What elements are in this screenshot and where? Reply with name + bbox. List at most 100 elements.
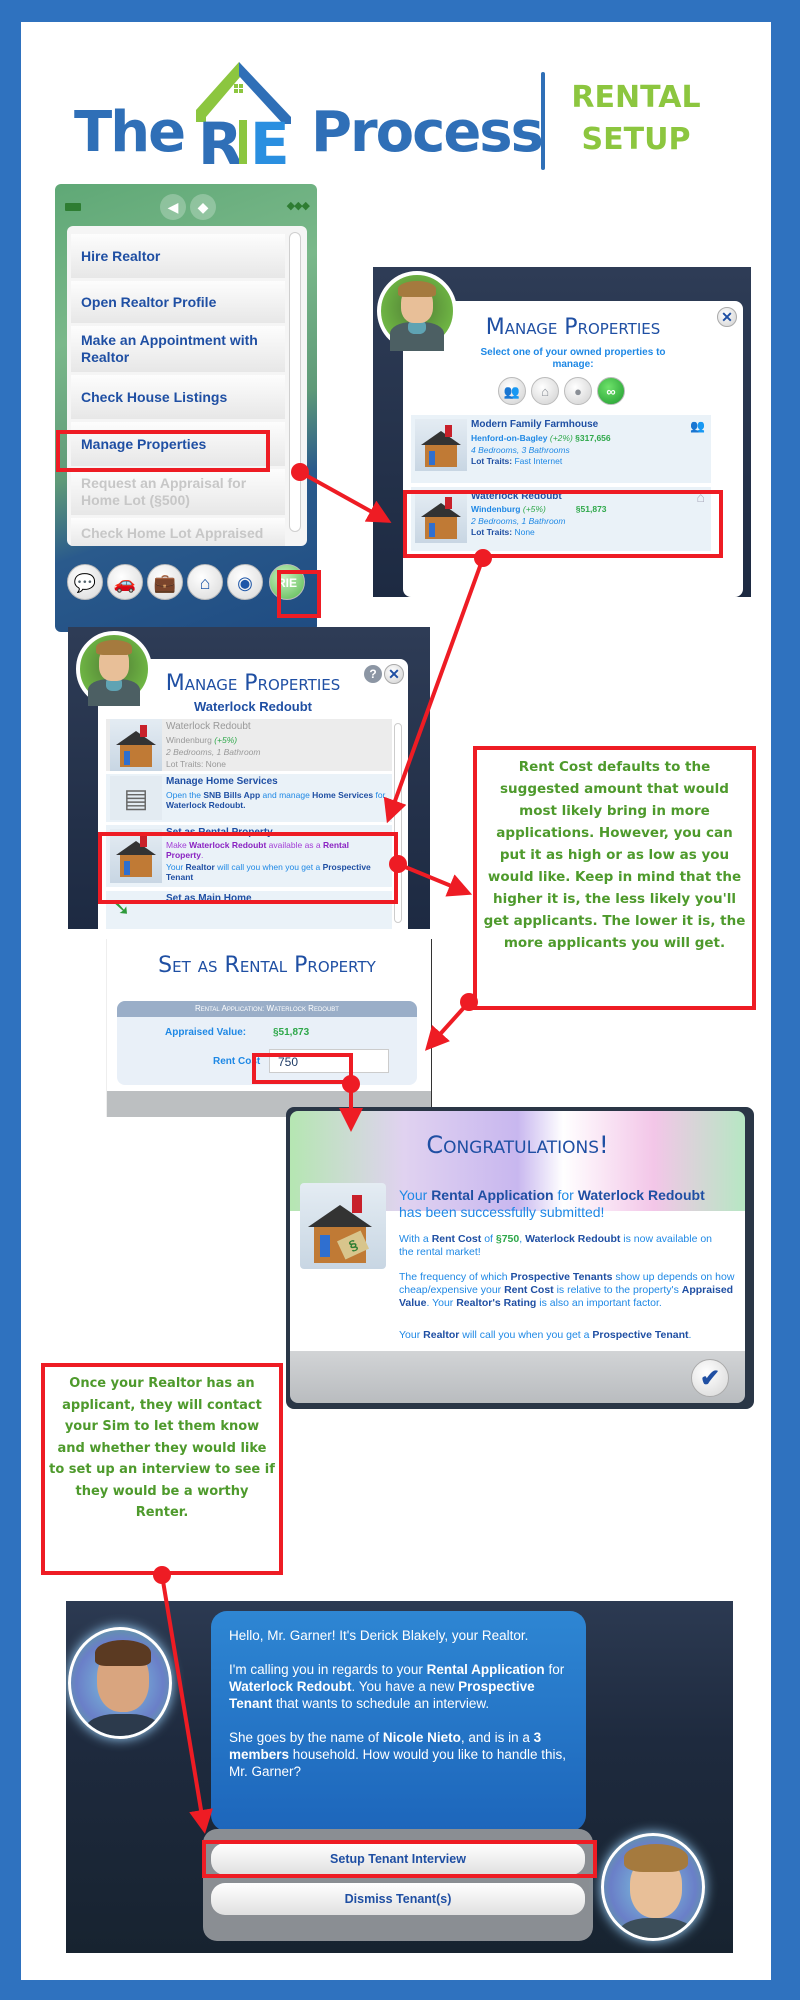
speaker-icon[interactable]: ◀: [160, 194, 186, 220]
chat-icon[interactable]: 💬: [67, 564, 103, 600]
text: , and is in a: [460, 1730, 534, 1745]
dialog-subtitle: Select one of your owned properties to m…: [480, 347, 666, 370]
logo-text-process: Process: [311, 100, 544, 165]
appraised-value: §51,873: [273, 1027, 310, 1038]
menu-item-label: Hire Realtor: [81, 247, 161, 264]
piggybank-filter-icon[interactable]: ●: [564, 377, 592, 405]
property-row[interactable]: Modern Family Farmhouse Henford-on-Bagle…: [411, 415, 711, 483]
highlight-set-rental-option: [98, 832, 398, 904]
menu-item-label: Check Home Lot Appraised: [81, 524, 264, 541]
current-property-row: Waterlock Redoubt Windenburg (+5%) 2 Bed…: [106, 719, 392, 771]
text: . Your: [426, 1297, 457, 1309]
realtor-speech-bubble: Hello, Mr. Garner! It's Derick Blakely, …: [211, 1611, 586, 1831]
property-name: Waterlock Redoubt: [166, 721, 251, 732]
svg-text:E: E: [250, 110, 290, 167]
dialog-title: Congratulations!: [426, 1131, 609, 1159]
call-text-1: Hello, Mr. Garner! It's Derick Blakely, …: [229, 1628, 529, 1643]
menu-item-hire-realtor[interactable]: Hire Realtor: [71, 234, 285, 278]
all-filter-icon[interactable]: ∞: [597, 377, 625, 405]
desc-bold: SNB Bills App: [203, 790, 261, 800]
bills-icon: ▤: [110, 776, 162, 820]
panel-header: Rental Application: Waterlock Redoubt: [117, 1001, 417, 1017]
menu-item-check-house-listings[interactable]: Check House Listings: [71, 375, 285, 419]
desc-text: for: [373, 790, 386, 800]
home-filter-icon[interactable]: ⌂: [531, 377, 559, 405]
rie-logo-icon: R E: [196, 62, 291, 167]
dialog-subtitle: Waterlock Redoubt: [194, 699, 312, 714]
option-manage-home-services[interactable]: ▤ Manage Home Services Open the SNB Bill…: [106, 774, 392, 822]
dialog-title: Set as Rental Property: [158, 953, 376, 978]
title-line-1: RENTAL: [571, 80, 701, 115]
set-rental-screenshot: Set as Rental Property Rental Applicatio…: [106, 939, 432, 1117]
highlight-manage-properties: [56, 430, 270, 472]
property-world: Windenburg: [166, 735, 212, 745]
lot-traits-value: Fast Internet: [514, 456, 563, 466]
congrats-footer: ✔: [290, 1351, 745, 1403]
text-bold: Waterlock Redoubt: [525, 1233, 621, 1245]
house-icon: [110, 719, 162, 771]
text-bold: Rent Cost: [431, 1233, 482, 1245]
menu-item-make-appointment[interactable]: Make an Appointment with Realtor: [71, 326, 285, 372]
sim-avatar: [377, 271, 457, 351]
text: that wants to schedule an interview.: [272, 1696, 490, 1711]
title-line-2: SETUP: [581, 122, 691, 157]
text: .: [688, 1329, 692, 1341]
close-icon[interactable]: ✕: [717, 307, 737, 327]
congrats-paragraph-1: With a Rent Cost of §750, Waterlock Redo…: [399, 1233, 729, 1259]
lot-traits-label: Lot Traits:: [471, 456, 513, 466]
briefcase-icon[interactable]: 💼: [147, 564, 183, 600]
menu-item-open-realtor-profile[interactable]: Open Realtor Profile: [71, 281, 285, 323]
signal-icon: ◆◆◆: [286, 200, 310, 212]
dismiss-tenants-button[interactable]: Dismiss Tenant(s): [211, 1883, 585, 1915]
home-icon[interactable]: ⌂: [187, 564, 223, 600]
household-icon: 👥: [690, 419, 705, 433]
battery-icon: [65, 203, 81, 211]
desc-bold: Waterlock Redoubt.: [166, 800, 246, 810]
phone-call-screenshot: Hello, Mr. Garner! It's Derick Blakely, …: [66, 1601, 733, 1953]
congrats-headline: Your Rental Application for Waterlock Re…: [399, 1187, 729, 1221]
checkmark-icon[interactable]: ✔: [691, 1359, 729, 1397]
desc-bold: Home Services: [312, 790, 374, 800]
menu-item-label: Request an Appraisal for Home Lot (§500): [81, 475, 247, 508]
household-filter-icon[interactable]: 👥: [498, 377, 526, 405]
speaker-app-icon[interactable]: ◉: [227, 564, 263, 600]
text: of: [481, 1233, 496, 1245]
text: Your: [399, 1187, 432, 1203]
text: for: [553, 1187, 578, 1203]
text: is also an important factor.: [536, 1297, 662, 1309]
congrats-paragraph-3: Your Realtor will call you when you get …: [399, 1329, 744, 1342]
text: With a: [399, 1233, 432, 1245]
header-divider: [541, 72, 545, 170]
help-icon[interactable]: ?: [364, 665, 382, 683]
option-title: Manage Home Services: [166, 776, 278, 787]
menu-scrollbar[interactable]: [289, 232, 301, 532]
property-rooms: 4 Bedrooms, 3 Bathrooms: [471, 445, 570, 455]
text: I'm calling you in regards to your: [229, 1662, 427, 1677]
phone-status-bar: ◀ ◆ ◆◆◆: [55, 184, 317, 224]
lot-traits: Lot Traits: None: [166, 759, 227, 769]
desc-text: and manage: [260, 790, 313, 800]
svg-text:R: R: [198, 110, 243, 167]
text-bold: Prospective Tenants: [510, 1271, 613, 1283]
text-bold: Waterlock Redoubt: [229, 1679, 352, 1694]
property-value: §317,656: [575, 433, 611, 443]
car-icon[interactable]: 🚗: [107, 564, 143, 600]
text: Your: [399, 1329, 424, 1341]
close-icon[interactable]: ✕: [384, 664, 404, 684]
menu-item-label: Make an Appointment with Realtor: [81, 332, 258, 365]
text: She goes by the name of: [229, 1730, 383, 1745]
tag-icon[interactable]: ◆: [190, 194, 216, 220]
text: for: [544, 1662, 565, 1677]
highlight-rie-app: [277, 570, 321, 618]
property-change: (+5%): [214, 735, 238, 745]
menu-item-request-appraisal: Request an Appraisal for Home Lot (§500): [71, 469, 285, 515]
realtor-avatar: [68, 1627, 172, 1739]
property-world: Henford-on-Bagley: [471, 433, 548, 443]
text-bold: Realtor's Rating: [456, 1297, 537, 1309]
text-bold: Rent Cost: [504, 1284, 554, 1296]
realtor-menu: Hire Realtor Open Realtor Profile Make a…: [67, 226, 307, 546]
text: The frequency of which: [399, 1271, 511, 1283]
menu-item-label: Check House Listings: [81, 388, 228, 405]
house-icon: [415, 419, 467, 471]
congratulations-screenshot: Congratulations! § Your Rental Applicati…: [286, 1107, 754, 1409]
